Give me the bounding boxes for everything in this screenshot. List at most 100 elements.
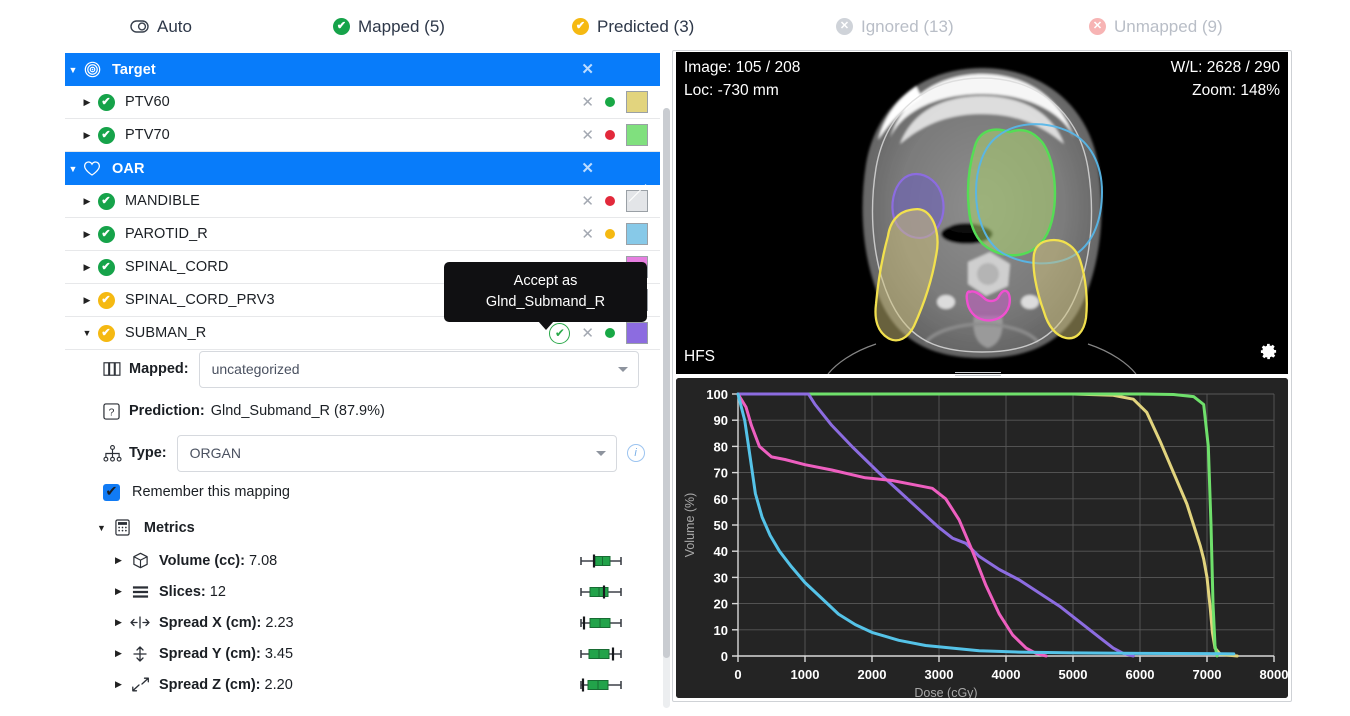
metric-label: Spread Y (cm):	[159, 645, 261, 662]
tree-item-label: MANDIBLE	[125, 193, 200, 209]
type-select[interactable]: ORGAN	[176, 434, 617, 472]
check-circle-icon: ✔	[95, 93, 117, 111]
arrows-horizontal-icon	[129, 616, 151, 629]
color-swatch[interactable]	[626, 223, 648, 245]
chevron-down-icon	[617, 367, 628, 372]
hierarchy-icon	[103, 444, 129, 462]
layers-icon	[129, 585, 151, 599]
tab-ignored-label: Ignored (13)	[861, 16, 954, 36]
close-icon[interactable]: ✕	[581, 194, 594, 209]
close-icon[interactable]: ✕	[581, 62, 594, 77]
svg-text:3000: 3000	[925, 667, 954, 682]
check-circle-icon: ✔	[333, 18, 350, 35]
tab-predicted[interactable]: ✔ Predicted (3)	[572, 17, 694, 37]
metric-row[interactable]: ▶ Spread Z (cm): 2.20	[65, 669, 660, 700]
ct-image-viewer[interactable]: Image: 105 / 208 Loc: -730 mm W/L: 2628 …	[676, 52, 1288, 374]
status-dot	[605, 229, 615, 239]
svg-text:1000: 1000	[791, 667, 820, 682]
tree-item-label: PTV70	[125, 127, 170, 143]
chevron-right-icon[interactable]: ▶	[79, 229, 95, 240]
prediction-label: Prediction:	[129, 403, 205, 419]
tree-group-target[interactable]: ▼ Target ✕	[65, 53, 660, 86]
mapped-select-value: uncategorized	[211, 361, 300, 377]
remember-mapping-checkbox[interactable]: ✔	[103, 483, 120, 501]
chevron-right-icon[interactable]: ▶	[79, 262, 95, 273]
chevron-right-icon[interactable]: ▶	[115, 586, 122, 597]
chevron-right-icon[interactable]: ▶	[79, 97, 95, 108]
svg-text:?: ?	[109, 407, 115, 418]
tree-item-parotid-r[interactable]: ▶ ✔ PAROTID_R ✕	[65, 218, 660, 251]
metric-row[interactable]: ▶ Spread Y (cm): 3.45	[65, 638, 660, 669]
chevron-right-icon[interactable]: ▶	[115, 617, 122, 628]
tab-mapped[interactable]: ✔ Mapped (5)	[333, 17, 445, 37]
tab-auto[interactable]: Auto	[130, 17, 192, 37]
chevron-right-icon[interactable]: ▶	[115, 648, 122, 659]
chevron-down-icon[interactable]: ▼	[65, 164, 81, 174]
mapped-select[interactable]: uncategorized	[198, 350, 639, 388]
tree-item-label: PAROTID_R	[125, 226, 208, 242]
close-icon[interactable]: ✕	[581, 128, 594, 143]
tab-unmapped-label: Unmapped (9)	[1114, 16, 1223, 36]
tree-group-target-label: Target	[112, 61, 156, 78]
color-swatch[interactable]	[626, 322, 648, 344]
panel-splitter[interactable]	[955, 370, 1001, 379]
tooltip-line2: Glnd_Submand_R	[485, 293, 606, 310]
close-icon[interactable]: ✕	[581, 227, 594, 242]
ct-window-level: W/L: 2628 / 290	[1170, 59, 1280, 76]
chevron-right-icon[interactable]: ▶	[115, 555, 122, 566]
info-icon[interactable]: i	[626, 444, 645, 462]
ct-zoom-level: Zoom: 148%	[1192, 82, 1280, 100]
color-swatch-empty[interactable]	[626, 190, 648, 212]
metric-label: Spread Z (cm):	[159, 676, 261, 693]
tree-item-label: PTV60	[125, 94, 170, 110]
chevron-right-icon[interactable]: ▶	[79, 130, 95, 141]
check-circle-icon: ✔	[95, 258, 117, 276]
tree-item-ptv60[interactable]: ▶ ✔ PTV60 ✕	[65, 86, 660, 119]
color-swatch[interactable]	[626, 91, 648, 113]
check-circle-icon: ✔	[95, 126, 117, 144]
tab-unmapped[interactable]: ✕ Unmapped (9)	[1089, 17, 1223, 37]
metric-value: 2.20	[264, 676, 293, 693]
close-icon[interactable]: ✕	[581, 161, 594, 176]
chevron-right-icon[interactable]: ▶	[79, 196, 95, 207]
svg-text:5000: 5000	[1059, 667, 1088, 682]
svg-text:20: 20	[714, 597, 728, 612]
metric-row[interactable]: ▶ Slices: 12	[65, 576, 660, 607]
close-icon[interactable]: ✕	[581, 95, 594, 110]
tree-item-mandible[interactable]: ▶ ✔ MANDIBLE ✕	[65, 185, 660, 218]
chevron-right-icon[interactable]: ▶	[115, 679, 122, 690]
svg-text:6000: 6000	[1126, 667, 1155, 682]
prediction-value: Glnd_Submand_R (87.9%)	[210, 403, 385, 419]
tab-mapped-label: Mapped (5)	[358, 16, 445, 36]
ct-window-info: W/L: 2628 / 290 Zoom: 148%	[1171, 56, 1280, 103]
metric-boxplot	[578, 554, 624, 573]
structure-list-panel: ▼ Target ✕ ▶ ✔ PTV60 ✕ ▶ ✔ PTV70 ✕ ▼ OAR…	[0, 53, 672, 716]
metrics-header[interactable]: ▼ Metrics	[65, 510, 660, 545]
metric-label: Slices:	[159, 583, 206, 600]
metric-label: Spread X (cm):	[159, 614, 262, 631]
chevron-right-icon[interactable]: ▶	[79, 295, 95, 306]
type-label: Type:	[129, 445, 167, 461]
sidebar-scrollbar-thumb[interactable]	[663, 108, 670, 658]
status-dot	[605, 97, 615, 107]
structure-detail-pane: Mapped: uncategorized ? Prediction: Glnd…	[65, 348, 660, 700]
color-swatch[interactable]	[626, 124, 648, 146]
metric-boxplot	[578, 647, 624, 666]
type-select-value: ORGAN	[189, 445, 241, 461]
close-icon[interactable]: ✕	[581, 326, 594, 341]
ct-orientation: HFS	[684, 347, 715, 365]
metric-row[interactable]: ▶ Volume (cc): 7.08	[65, 545, 660, 576]
metric-row[interactable]: ▶ Spread X (cm): 2.23	[65, 607, 660, 638]
svg-text:7000: 7000	[1193, 667, 1222, 682]
svg-text:70: 70	[714, 466, 728, 481]
chevron-down-icon[interactable]: ▼	[97, 523, 106, 533]
tab-predicted-label: Predicted (3)	[597, 16, 695, 36]
tree-group-oar[interactable]: ▼ OAR ✕	[65, 152, 660, 185]
chevron-down-icon[interactable]: ▼	[79, 328, 95, 338]
chevron-down-icon[interactable]: ▼	[65, 65, 81, 75]
tab-ignored[interactable]: ✕ Ignored (13)	[836, 17, 954, 37]
svg-text:30: 30	[714, 570, 728, 585]
tree-item-ptv70[interactable]: ▶ ✔ PTV70 ✕	[65, 119, 660, 152]
gear-icon[interactable]	[1259, 342, 1278, 366]
svg-text:Dose (cGy): Dose (cGy)	[914, 686, 977, 698]
